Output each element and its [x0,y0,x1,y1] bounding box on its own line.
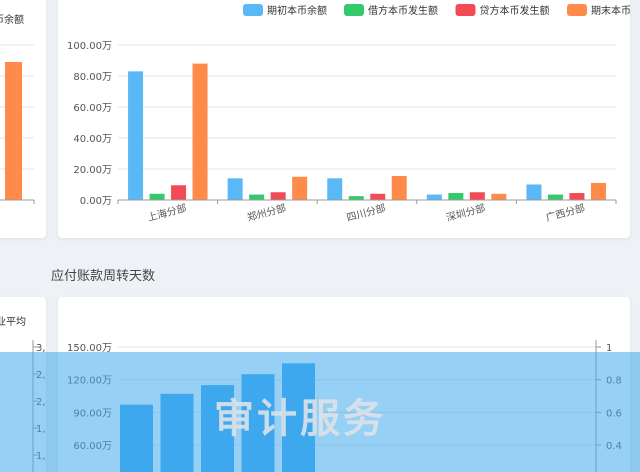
top-x-tick-label: 郑州分部 [245,201,287,224]
top-y-tick-label: 80.00万 [73,72,112,83]
top-y-tick-label: 100.00万 [67,41,112,52]
top-bar[interactable] [171,185,187,200]
top-x-tick-label: 深圳分部 [445,201,487,224]
top-bar-chart: 期初本币余额 借方本币发生额 贷方本币发生额 期末本币余额 0.00万 20.00万 40… [67,4,630,224]
top-bar[interactable] [448,193,464,200]
top-x-tick-label: 广西分部 [544,201,586,224]
left-top-chart: 币余额 [0,13,35,204]
section-title-payables-turnover: 应付账款周转天数 [51,269,156,284]
top-bar[interactable] [327,178,343,200]
left-top-card: 币余额 [0,0,46,238]
legend-label[interactable]: 期末本币余额 [591,4,630,17]
top-y-tick-label: 0.00万 [80,196,112,207]
top-bar[interactable] [590,182,606,200]
top-x-tick-label: 四川分部 [345,201,387,224]
top-bar[interactable] [491,193,507,200]
top-bar[interactable] [292,176,308,200]
top-y-tick-label: 20.00万 [73,165,112,176]
top-chart-card: 期初本币余额 借方本币发生额 贷方本币发生额 期末本币余额 0.00万 20.00万 40… [58,0,630,238]
top-bar[interactable] [469,192,485,200]
top-bar[interactable] [426,194,442,200]
top-y-tick-label: 60.00万 [73,103,112,114]
top-bar[interactable] [547,194,563,200]
top-bar[interactable] [391,175,407,200]
top-bar[interactable] [149,193,165,200]
legend-label[interactable]: 借方本币发生额 [368,4,438,17]
left-top-legend-label: 币余额 [0,13,24,26]
left-top-bar [5,62,22,200]
watermark-text: 审计服务 [214,396,386,442]
legend-swatch[interactable] [455,4,476,16]
legend-label[interactable]: 期初本币余额 [267,4,327,17]
left-bottom-legend-label: 业平均 [0,316,26,328]
top-x-tick-label: 上海分部 [146,201,188,224]
top-bar[interactable] [348,196,364,200]
top-bar[interactable] [270,192,286,200]
top-bar[interactable] [227,178,243,200]
top-bar[interactable] [128,71,144,200]
top-bar[interactable] [249,194,265,200]
top-y-tick-label: 40.00万 [73,134,112,145]
top-bar[interactable] [526,184,542,201]
legend-label[interactable]: 贷方本币发生额 [480,4,550,17]
legend-swatch[interactable] [243,4,263,16]
top-bar[interactable] [370,193,386,200]
top-bar[interactable] [569,193,585,200]
top-bar[interactable] [192,63,208,200]
legend-swatch[interactable] [344,4,364,16]
legend-swatch[interactable] [567,4,587,16]
